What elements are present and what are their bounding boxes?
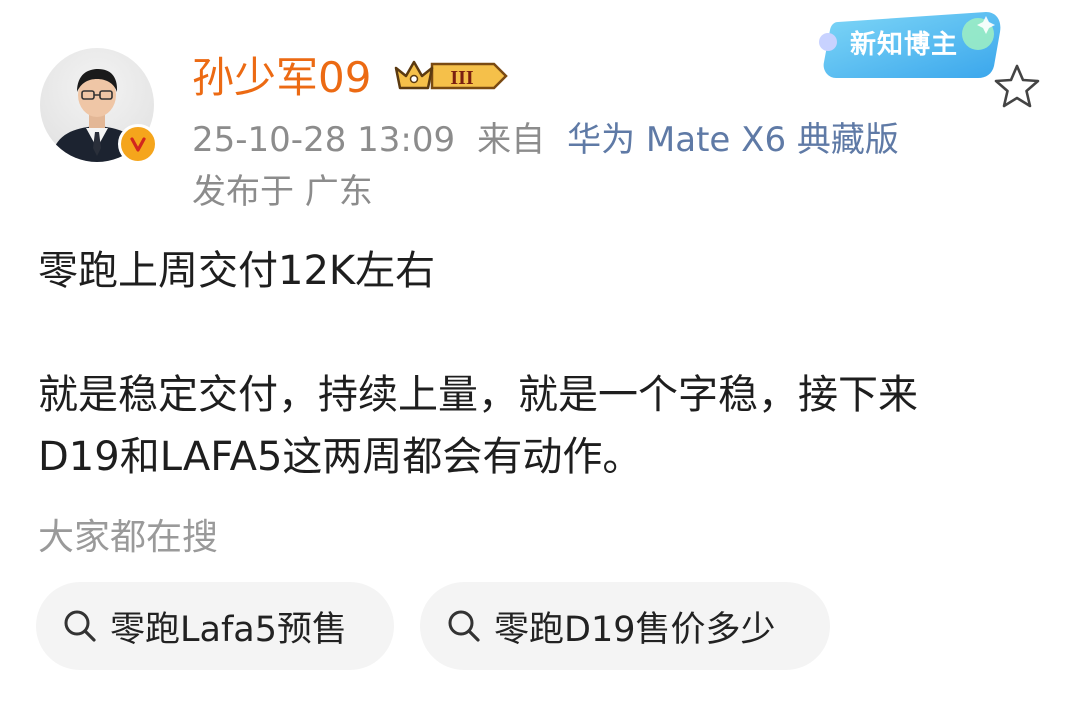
post-text-line-3: D19和LAFA5这两周都会有动作。 — [38, 434, 643, 480]
device-link[interactable]: 华为 Mate X6 典藏版 — [567, 120, 899, 160]
search-chip-lafa5[interactable]: 零跑Lafa5预售 — [36, 582, 394, 670]
post-meta: 25-10-28 13:09 来自 华为 Mate X6 典藏版 — [192, 118, 899, 162]
post-text-line-1: 零跑上周交付12K左右 — [38, 248, 436, 294]
post-location: 发布于 广东 — [192, 172, 373, 212]
from-label: 来自 — [477, 120, 546, 160]
trending-search-title: 大家都在搜 — [38, 517, 219, 558]
post-text-line-2: 就是稳定交付，持续上量，就是一个字稳，接下来 — [38, 372, 918, 418]
search-chip-label: 零跑Lafa5预售 — [110, 609, 347, 650]
search-icon — [64, 610, 96, 642]
star-icon[interactable] — [990, 60, 1044, 114]
new-blogger-label: 新知博主 — [850, 30, 959, 60]
search-chip-d19[interactable]: 零跑D19售价多少 — [420, 582, 830, 670]
verified-v-icon — [118, 124, 158, 164]
crown-icon[interactable]: III — [392, 56, 510, 96]
post-date: 25-10-28 13:09 — [192, 120, 456, 160]
username[interactable]: 孙少军09 — [192, 52, 371, 104]
level-badge-text: III — [450, 67, 474, 89]
search-chip-label: 零跑D19售价多少 — [494, 609, 776, 650]
search-icon — [448, 610, 480, 642]
